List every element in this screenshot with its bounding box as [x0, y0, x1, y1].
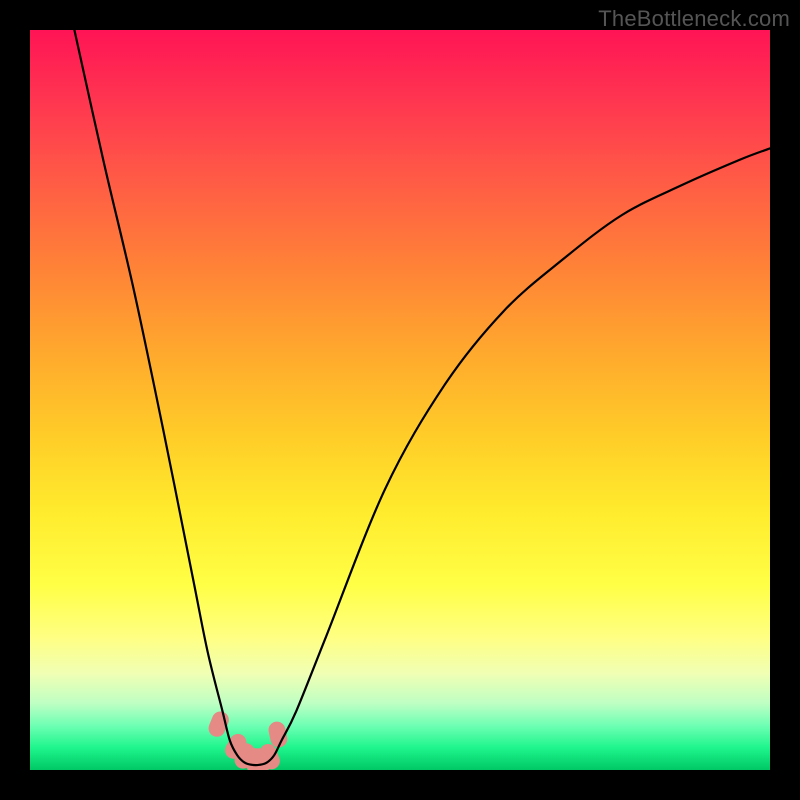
- highlight-markers: [206, 709, 289, 770]
- chart-svg: [30, 30, 770, 770]
- chart-container: TheBottleneck.com: [0, 0, 800, 800]
- watermark-text: TheBottleneck.com: [598, 6, 790, 32]
- bottleneck-curve-line: [74, 30, 770, 765]
- plot-area: [30, 30, 770, 770]
